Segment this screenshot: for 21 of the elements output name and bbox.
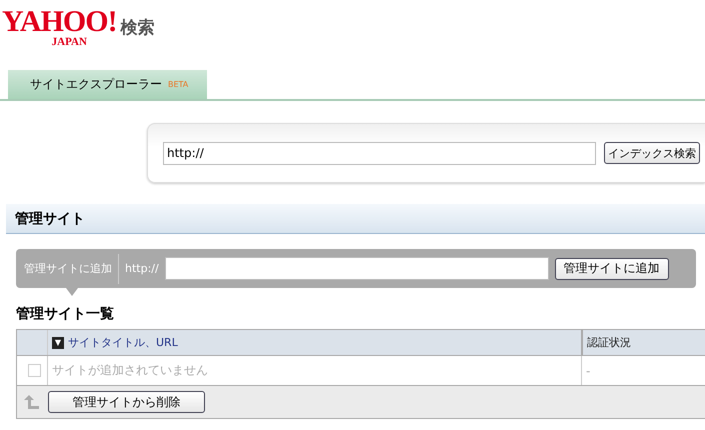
up-arrow-icon	[24, 394, 40, 410]
empty-message: サイトが追加されていません	[52, 362, 208, 379]
url-field[interactable]: http://	[163, 142, 596, 164]
delete-button[interactable]: 管理サイトから削除	[48, 391, 205, 413]
sort-icon[interactable]: ▼	[52, 336, 64, 348]
search-button[interactable]: インデックス検索	[604, 142, 700, 164]
add-site-label: 管理サイトに追加	[24, 254, 119, 284]
column-header[interactable]: サイトタイトル、URL	[68, 335, 178, 350]
tab[interactable]: サイトエクスプローラー BETA	[8, 70, 207, 99]
http-prefix: http://	[125, 262, 159, 275]
section-title: 管理サイト	[6, 204, 705, 234]
beta-label: BETA	[168, 80, 188, 89]
row-checkbox[interactable]	[28, 364, 40, 377]
status-cell: -	[586, 364, 590, 378]
add-url-field[interactable]	[164, 257, 549, 280]
logo-wordmark: YAHOO!	[2, 8, 117, 36]
service-name: 検索	[120, 17, 155, 39]
add-site-button[interactable]: 管理サイトに追加	[554, 258, 669, 280]
column-header[interactable]: 認証状況	[587, 335, 631, 350]
list-title: 管理サイト一覧	[16, 305, 115, 323]
logo-subtitle: JAPAN	[52, 36, 87, 48]
